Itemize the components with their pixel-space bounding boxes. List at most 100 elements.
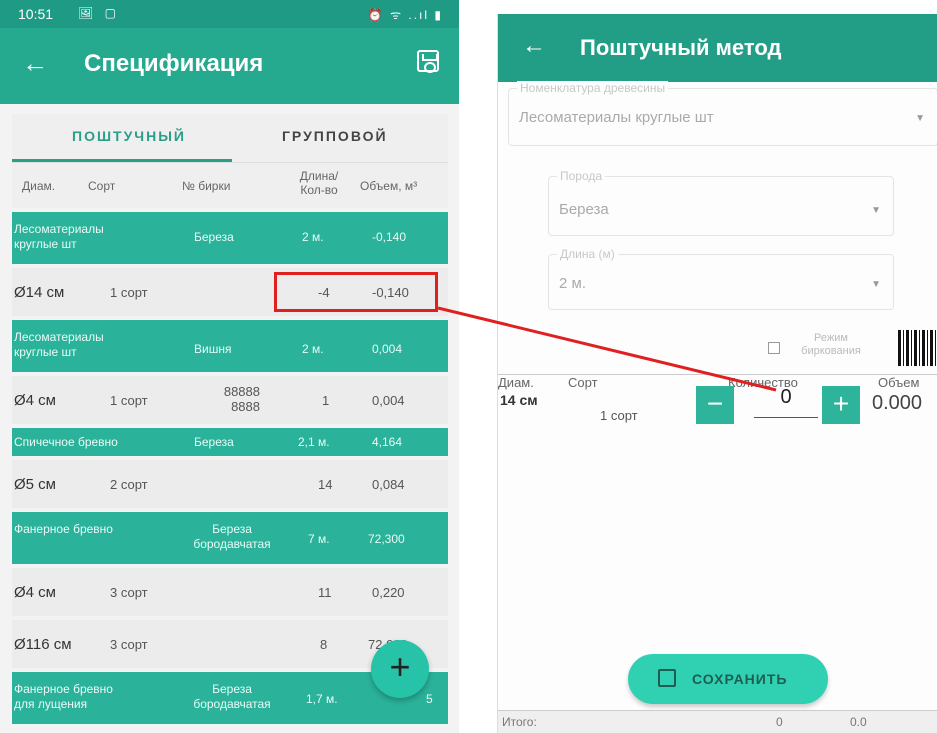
breed-value: Береза bbox=[559, 201, 609, 218]
dropdown-arrow-icon: ▼ bbox=[871, 205, 881, 216]
total-volume: 0.0 bbox=[850, 715, 867, 729]
row-qty: 14 bbox=[318, 477, 333, 492]
tab-group[interactable]: ГРУППОВОЙ bbox=[282, 128, 388, 144]
barcode-icon[interactable] bbox=[898, 330, 937, 366]
row-diam: Ø5 см bbox=[14, 476, 56, 493]
app-bar: ← Спецификация bbox=[0, 28, 459, 104]
col-volume: Объем bbox=[878, 375, 920, 390]
total-label: Итого: bbox=[502, 715, 537, 729]
length-select[interactable]: Длина (м) 2 м. ▼ bbox=[548, 247, 894, 310]
group-row[interactable]: Лесоматериалы круглые шт Вишня 2 м. 0,00… bbox=[12, 320, 448, 372]
screenshot-stage: 10:51 🖼 ▢ ⏰ ᯤ ..ıl ▮ ← Спецификация ПОШТ… bbox=[0, 0, 937, 733]
page-title: Спецификация bbox=[84, 50, 264, 77]
save-icon bbox=[658, 669, 676, 687]
row-diam: Ø116 см bbox=[14, 636, 72, 653]
tab-piece[interactable]: ПОШТУЧНЫЙ bbox=[72, 128, 186, 144]
save-icon[interactable] bbox=[417, 50, 439, 73]
nomenclature-select[interactable]: Номенклатура древесины Лесоматериалы кру… bbox=[508, 81, 937, 146]
row-volume: 0,084 bbox=[372, 477, 405, 492]
length-value: 2 м. bbox=[559, 275, 586, 292]
group-volume: 4,164 bbox=[372, 435, 403, 449]
header-sort: Сорт bbox=[88, 179, 116, 193]
col-sort: Сорт bbox=[568, 375, 598, 390]
group-length: 2,1 м. bbox=[298, 435, 330, 449]
row-tag: 88888 8888 bbox=[223, 384, 260, 414]
save-label: СОХРАНИТЬ bbox=[692, 671, 788, 687]
piece-method-screen: ← Поштучный метод Номенклатура древесины… bbox=[497, 14, 937, 733]
row-sort: 1 сорт bbox=[110, 285, 148, 300]
increment-button[interactable]: + bbox=[822, 386, 860, 424]
group-species: Береза bbox=[194, 230, 234, 244]
back-arrow-icon[interactable]: ← bbox=[22, 48, 48, 79]
group-name: Лесоматериалы круглые шт bbox=[14, 222, 104, 251]
group-length: 1,7 м. bbox=[306, 692, 338, 706]
header-diam: Диам. bbox=[22, 179, 56, 193]
group-name: Фанерное бревно bbox=[14, 522, 113, 536]
row-qty: 1 bbox=[322, 393, 330, 408]
group-length: 2 м. bbox=[302, 342, 324, 356]
decrement-button[interactable]: − bbox=[696, 386, 734, 424]
group-row[interactable]: Спичечное бревно Береза 2,1 м. 4,164 bbox=[12, 428, 448, 456]
page-title: Поштучный метод bbox=[580, 35, 782, 60]
status-bar: 10:51 🖼 ▢ ⏰ ᯤ ..ıl ▮ bbox=[0, 0, 459, 28]
breed-label: Порода bbox=[557, 169, 606, 183]
group-length: 7 м. bbox=[308, 532, 330, 546]
nomenclature-value: Лесоматериалы круглые шт bbox=[519, 109, 714, 126]
group-volume: 72,300 bbox=[368, 532, 405, 546]
row-volume: 0,220 bbox=[372, 585, 405, 600]
status-time: 10:51 bbox=[18, 6, 54, 22]
row-diam: Ø14 см bbox=[14, 284, 65, 301]
highlight-box bbox=[274, 272, 438, 312]
group-volume: -0,140 bbox=[372, 230, 407, 244]
breed-select[interactable]: Порода Береза ▼ bbox=[548, 169, 894, 236]
nomenclature-label: Номенклатура древесины bbox=[517, 81, 669, 95]
group-species: Береза бородавчатая bbox=[193, 522, 271, 551]
app-bar: ← Поштучный метод bbox=[498, 14, 937, 82]
row-diam: Ø4 см bbox=[14, 392, 56, 409]
row-sort: 3 сорт bbox=[110, 585, 148, 600]
header-volume: Объем, м³ bbox=[360, 179, 418, 193]
total-qty: 0 bbox=[776, 715, 783, 729]
table-row[interactable]: Ø4 см 1 сорт 88888 8888 1 0,004 bbox=[12, 376, 448, 424]
quantity-input[interactable]: 0 bbox=[754, 386, 818, 418]
header-tag: № бирки bbox=[182, 179, 231, 193]
save-button[interactable]: СОХРАНИТЬ bbox=[628, 654, 828, 704]
table-row[interactable]: Ø5 см 2 сорт 14 0,084 bbox=[12, 460, 448, 508]
group-row[interactable]: Фанерное бревно Береза бородавчатая 7 м.… bbox=[12, 512, 448, 564]
group-row[interactable]: Лесоматериалы круглые шт Береза 2 м. -0,… bbox=[12, 212, 448, 264]
add-fab-button[interactable]: + bbox=[371, 640, 429, 698]
group-length: 2 м. bbox=[302, 230, 324, 244]
group-volume: 5 bbox=[426, 692, 433, 706]
row-sort: 2 сорт bbox=[110, 477, 148, 492]
row-volume: 0,004 bbox=[372, 393, 405, 408]
totals-bar: Итого: 0 0.0 bbox=[498, 710, 937, 733]
specification-screen: 10:51 🖼 ▢ ⏰ ᯤ ..ıl ▮ ← Спецификация ПОШТ… bbox=[0, 0, 459, 733]
dropdown-arrow-icon: ▼ bbox=[871, 279, 881, 290]
table-row[interactable]: Ø4 см 3 сорт 11 0,220 bbox=[12, 568, 448, 616]
col-diam: Диам. bbox=[498, 375, 534, 390]
dropdown-arrow-icon: ▼ bbox=[915, 113, 925, 124]
group-species: Вишня bbox=[194, 342, 232, 356]
group-species: Береза bbox=[194, 435, 234, 449]
tag-mode-label: Режим биркования bbox=[801, 332, 861, 357]
row-diam: Ø4 см bbox=[14, 584, 56, 601]
table-header: Диам. Сорт № бирки Длина/ Кол-во Объем, … bbox=[12, 162, 448, 208]
row-sort: 3 сорт bbox=[110, 637, 148, 652]
group-name: Спичечное бревно bbox=[14, 435, 118, 449]
group-species: Береза бородавчатая bbox=[193, 682, 271, 711]
item-sort: 1 сорт bbox=[600, 408, 638, 423]
tabs: ПОШТУЧНЫЙ ГРУППОВОЙ bbox=[12, 114, 448, 162]
item-diam: 14 см bbox=[500, 392, 538, 408]
group-volume: 0,004 bbox=[372, 342, 403, 356]
group-name: Фанерное бревно для лущения bbox=[14, 682, 113, 711]
item-volume: 0.000 bbox=[872, 392, 923, 414]
system-icons: ⏰ ᯤ ..ıl ▮ bbox=[367, 8, 443, 22]
header-length: Длина/ Кол-во bbox=[299, 169, 339, 197]
back-arrow-icon[interactable]: ← bbox=[522, 32, 546, 60]
row-qty: 11 bbox=[318, 585, 332, 600]
group-name: Лесоматериалы круглые шт bbox=[14, 330, 104, 359]
row-sort: 1 сорт bbox=[110, 393, 148, 408]
row-qty: 8 bbox=[320, 637, 328, 652]
length-label: Длина (м) bbox=[557, 247, 618, 261]
tag-mode-checkbox[interactable] bbox=[768, 342, 780, 354]
